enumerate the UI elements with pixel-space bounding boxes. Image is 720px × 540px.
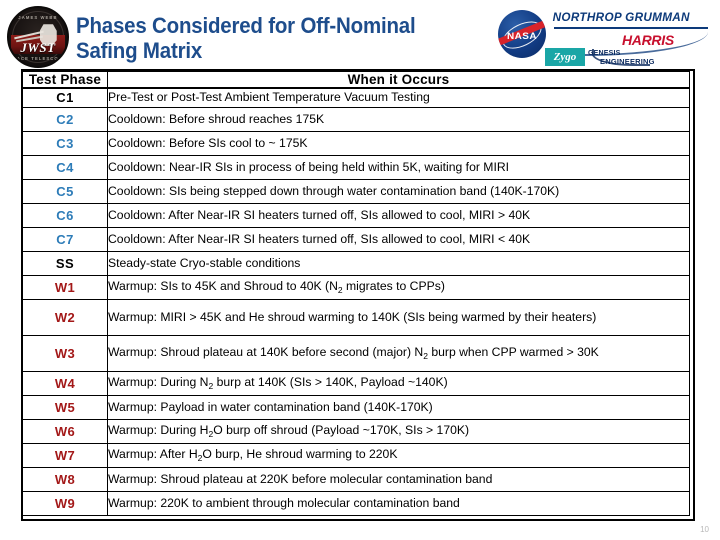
description-cell: Cooldown: After Near-IR SI heaters turne… — [107, 202, 690, 228]
genesis-wordmark-line-1: GENESIS — [588, 50, 621, 57]
description-cell: Cooldown: Near-IR SIs in process of bein… — [107, 154, 690, 180]
zygo-wordmark: Zygo — [553, 51, 577, 63]
jwst-mission-patch-icon: JAMES WEBB JWST SPACE TELESCOPE — [7, 6, 69, 68]
patch-arc-top: JAMES WEBB — [18, 15, 58, 20]
phase-cell: W5 — [22, 394, 108, 420]
description-cell: Warmup: Payload in water contamination b… — [107, 394, 690, 420]
table-row: W7 Warmup: After H2O burp, He shroud warm… — [22, 442, 690, 468]
table-row: C4 Cooldown: Near-IR SIs in process of be… — [22, 154, 690, 180]
phase-cell: C5 — [22, 178, 108, 204]
phase-cell: W6 — [22, 418, 108, 444]
description-cell: Cooldown: SIs being stepped down through… — [107, 178, 690, 204]
phase-cell: C3 — [22, 130, 108, 156]
phase-cell: W2 — [22, 298, 108, 336]
table-row: C5 Cooldown: SIs being stepped down throu… — [22, 178, 690, 204]
page-title-line-1: Phases Considered for Off-Nominal — [76, 13, 416, 38]
table-header-row: Test Phase When it Occurs — [22, 70, 690, 89]
phase-cell: C7 — [22, 226, 108, 252]
description-cell: Cooldown: After Near-IR SI heaters turne… — [107, 226, 690, 252]
table-row: W1 Warmup: SIs to 45K and Shroud to 40K (… — [22, 274, 690, 300]
description-cell: Cooldown: Before SIs cool to ~ 175K — [107, 130, 690, 156]
page-title: Phases Considered for Off-Nominal Safing… — [76, 13, 448, 63]
phase-cell: C1 — [22, 87, 108, 108]
description-cell: Warmup: Shroud plateau at 220K before mo… — [107, 466, 690, 492]
page-number: 10 — [700, 525, 709, 534]
safing-matrix-table: Test Phase When it Occurs C1 Pre-Test or … — [22, 70, 690, 516]
page-title-line-2: Safing Matrix — [76, 38, 203, 63]
table-row: W9 Warmup: 220K to ambient through molecu… — [22, 490, 690, 516]
table-row: W5 Warmup: Payload in water contamination… — [22, 394, 690, 420]
table-row: W6 Warmup: During H2O burp off shroud (Pa… — [22, 418, 690, 444]
description-cell: Warmup: SIs to 45K and Shroud to 40K (N2… — [107, 274, 690, 300]
patch-wordmark: JWST — [20, 39, 56, 55]
phase-cell: SS — [22, 250, 108, 276]
slide-canvas: JAMES WEBB JWST SPACE TELESCOPE Phases C… — [0, 0, 720, 540]
description-cell: Warmup: During N2 burp at 140K (SIs > 14… — [107, 370, 690, 396]
phase-cell: W9 — [22, 490, 108, 516]
table-row: W8 Warmup: Shroud plateau at 220K before … — [22, 466, 690, 492]
phase-cell: W7 — [22, 442, 108, 468]
description-cell: Warmup: During H2O burp off shroud (Payl… — [107, 418, 690, 444]
description-cell: Warmup: After H2O burp, He shroud warmin… — [107, 442, 690, 468]
description-cell: Pre-Test or Post-Test Ambient Temperatur… — [107, 87, 690, 108]
phase-cell: C6 — [22, 202, 108, 228]
table-row: W2 Warmup: MIRI > 45K and He shroud warmi… — [22, 298, 690, 336]
phase-cell: W1 — [22, 274, 108, 300]
description-cell: Warmup: Shroud plateau at 140K before se… — [107, 334, 690, 372]
table-row: C3 Cooldown: Before SIs cool to ~ 175K — [22, 130, 690, 156]
genesis-wordmark-line-2: ENGINEERING — [600, 57, 655, 66]
table-row: C7 Cooldown: After Near-IR SI heaters tur… — [22, 226, 690, 252]
table-row: SS Steady-state Cryo-stable conditions — [22, 250, 690, 276]
harris-wordmark: HARRIS — [622, 32, 674, 48]
nasa-wordmark: NASA — [507, 31, 537, 43]
column-header-when-it-occurs: When it Occurs — [107, 70, 690, 89]
nasa-meatball-icon: NASA — [498, 10, 546, 58]
phase-cell: W8 — [22, 466, 108, 492]
description-cell: Cooldown: Before shroud reaches 175K — [107, 106, 690, 132]
zygo-logo-icon: Zygo — [545, 48, 585, 66]
table-row: C2 Cooldown: Before shroud reaches 175K — [22, 106, 690, 132]
table-row: W3 Warmup: Shroud plateau at 140K before … — [22, 334, 690, 372]
column-header-test-phase: Test Phase — [22, 70, 108, 89]
description-cell: Warmup: MIRI > 45K and He shroud warming… — [107, 298, 690, 336]
partner-logos: NASA NORTHROP GRUMMAN HARRIS Zygo GENESI… — [492, 6, 714, 68]
northrop-grumman-wordmark: NORTHROP GRUMMAN — [552, 12, 690, 24]
genesis-engineering-logo-icon: GENESIS ENGINEERING — [588, 48, 700, 68]
description-cell: Steady-state Cryo-stable conditions — [107, 250, 690, 276]
phase-cell: C4 — [22, 154, 108, 180]
table-row: C1 Pre-Test or Post-Test Ambient Temperat… — [22, 87, 690, 108]
description-cell: Warmup: 220K to ambient through molecula… — [107, 490, 690, 516]
phase-cell: W4 — [22, 370, 108, 396]
table-body: C1 Pre-Test or Post-Test Ambient Temperat… — [22, 87, 690, 516]
phase-cell: C2 — [22, 106, 108, 132]
safing-matrix-table-wrapper: Test Phase When it Occurs C1 Pre-Test or … — [21, 69, 695, 520]
patch-arc-bottom: SPACE TELESCOPE — [9, 56, 67, 61]
table-row: W4 Warmup: During N2 burp at 140K (SIs > … — [22, 370, 690, 396]
table-row: C6 Cooldown: After Near-IR SI heaters tur… — [22, 202, 690, 228]
phase-cell: W3 — [22, 334, 108, 372]
